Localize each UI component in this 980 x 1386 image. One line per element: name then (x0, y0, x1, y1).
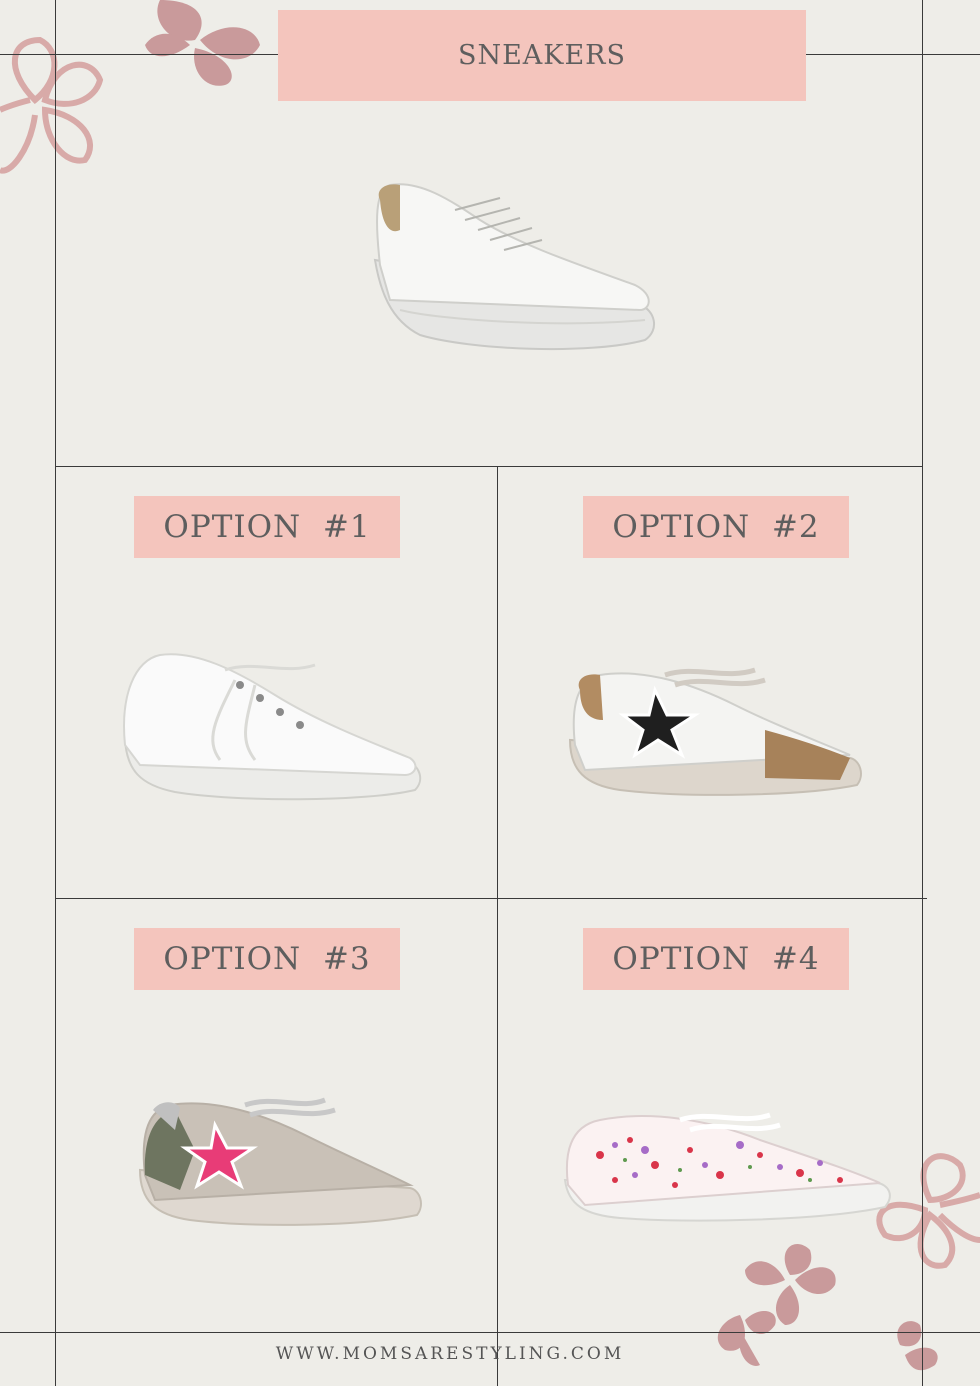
grid-line-bottom (0, 1332, 980, 1333)
option-1-sneaker-image (123, 653, 422, 801)
grid-line-row1 (55, 466, 923, 467)
option-3-sneaker-image (138, 1097, 422, 1226)
option-2-sneaker-image (568, 667, 862, 796)
option-1-label: OPTION #1 (134, 496, 400, 558)
option-4-sneaker-image (563, 1112, 891, 1222)
page-title: SNEAKERS (278, 10, 806, 101)
option-3-label: OPTION #3 (134, 928, 400, 990)
option-2-label: OPTION #2 (583, 496, 849, 558)
grid-line-row2 (55, 898, 927, 899)
grid-line-middle (497, 466, 498, 1386)
main-sneaker-image (373, 183, 655, 351)
flower-decoration-top-left (0, 0, 260, 174)
grid-line-left (55, 0, 56, 1386)
option-4-label: OPTION #4 (583, 928, 849, 990)
website-footer: WWW.MOMSARESTYLING.COM (275, 1344, 625, 1364)
grid-line-right (922, 0, 923, 1386)
